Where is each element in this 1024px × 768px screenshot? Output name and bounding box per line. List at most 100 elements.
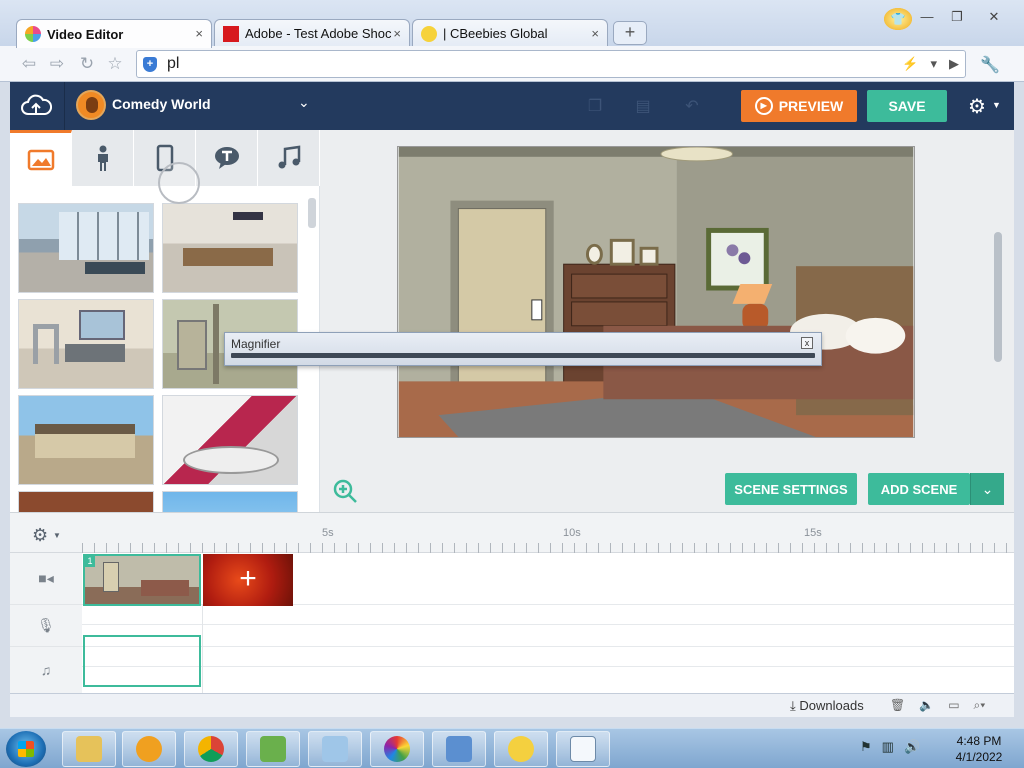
cloud-upload-icon[interactable] <box>20 94 52 118</box>
scene-stage[interactable] <box>397 146 915 438</box>
magnifier-window[interactable]: Magnifier x <box>224 332 822 366</box>
voice-track[interactable] <box>82 605 1014 625</box>
dropdown-arrow-icon[interactable]: ▾ <box>930 56 937 72</box>
preview-button[interactable]: ▶ PREVIEW <box>741 90 857 122</box>
bookmark-star-icon[interactable]: ☆ <box>104 54 126 74</box>
speaker-icon[interactable]: 🔈 <box>919 698 934 713</box>
taskbar-explorer[interactable] <box>62 731 116 767</box>
zoom-icon[interactable]: ⌕▾ <box>974 698 986 713</box>
thumb-house-exterior[interactable] <box>18 395 154 485</box>
close-tab-icon[interactable]: × <box>195 26 203 41</box>
thumb-airport-checkin[interactable] <box>162 203 298 293</box>
security-flag-icon[interactable]: ⚑ <box>860 739 872 755</box>
house-shape <box>35 424 135 458</box>
close-window-button[interactable]: ✕ <box>974 8 1014 26</box>
scene-settings-button[interactable]: SCENE SETTINGS <box>725 473 857 505</box>
profile-shirt-icon[interactable]: 👕 <box>884 8 912 30</box>
paste-icon[interactable]: ▤ <box>633 96 653 116</box>
door-shape <box>177 320 207 370</box>
flower <box>726 244 739 257</box>
library-scrollbar[interactable] <box>308 198 316 228</box>
video-track-label: ■◂ <box>10 553 82 605</box>
world-name[interactable]: Comedy World <box>112 96 211 112</box>
new-tab-button[interactable]: + <box>613 21 647 45</box>
dresser-drawer <box>571 273 668 299</box>
gear-icon[interactable]: ⚙ <box>968 94 986 119</box>
system-clock[interactable]: 4:48 PM 4/1/2022 <box>944 733 1014 765</box>
scene-1-clip[interactable]: 1 <box>83 554 201 606</box>
back-arrow-icon[interactable]: ⇦ <box>18 54 40 74</box>
taskbar-speech[interactable] <box>494 731 548 767</box>
shield-icon: + <box>143 57 157 72</box>
start-button[interactable] <box>6 731 46 767</box>
tab-video-editor[interactable]: Video Editor × <box>16 19 212 48</box>
caret-down-icon[interactable]: ▼ <box>53 531 61 540</box>
tab-music[interactable] <box>258 130 320 186</box>
close-icon[interactable]: x <box>801 337 813 349</box>
document-icon <box>570 736 596 762</box>
system-tray: ⚑ ▥ 🔊 <box>860 739 920 755</box>
scanner-gate-shape <box>33 324 59 364</box>
downloads-button[interactable]: ⤓ Downloads <box>790 698 864 714</box>
tab-backgrounds[interactable] <box>10 130 72 186</box>
go-arrow-icon[interactable]: ▶ <box>949 56 959 72</box>
timeline-ruler[interactable]: ⚙ ▼ 5s 10s 15s <box>10 513 1014 553</box>
tab-text[interactable] <box>196 130 258 186</box>
voice-track-lane[interactable] <box>82 625 1014 647</box>
tab-label: | CBeebies Global <box>443 26 548 41</box>
taskbar-document[interactable] <box>556 731 610 767</box>
sign-shape <box>233 212 263 220</box>
thumb-stage-spotlights[interactable] <box>162 395 298 485</box>
minimize-button[interactable]: — <box>914 8 940 26</box>
window-icon[interactable]: ▭ <box>948 698 959 713</box>
zoom-in-icon[interactable] <box>332 478 358 504</box>
taskbar-chart-app[interactable] <box>246 731 300 767</box>
world-avatar[interactable] <box>76 90 106 120</box>
music-track-label: ♫ <box>10 647 82 693</box>
taskbar-chrome[interactable] <box>184 731 238 767</box>
stage-scrollbar[interactable] <box>994 232 1002 362</box>
restore-button[interactable]: ❐ <box>944 8 970 26</box>
reload-icon[interactable]: ↻ <box>76 54 98 74</box>
clock-date: 4/1/2022 <box>955 750 1003 764</box>
chevron-down-icon[interactable]: ⌄ <box>970 473 1004 505</box>
undo-icon[interactable]: ↶ <box>682 96 702 116</box>
taskbar-media-player[interactable] <box>122 731 176 767</box>
taskbar-magnifier[interactable] <box>432 731 486 767</box>
network-icon[interactable]: ▥ <box>882 739 894 755</box>
lightning-icon[interactable]: ⚡ <box>902 56 918 72</box>
address-bar[interactable]: + pl ⚡ ▾ ▶ <box>136 50 966 78</box>
music-track-lane[interactable] <box>82 667 1014 693</box>
thumb-blue-sky[interactable] <box>162 491 298 512</box>
thumb-airport-security[interactable] <box>18 299 154 389</box>
ruler-ticks <box>82 543 1012 553</box>
taskbar-paint[interactable] <box>370 731 424 767</box>
scene-clip[interactable] <box>83 635 201 687</box>
flower <box>738 252 751 265</box>
tab-characters[interactable] <box>72 130 134 186</box>
caret-down-icon[interactable]: ▼ <box>992 100 1001 110</box>
gear-icon[interactable]: ⚙ <box>32 525 48 546</box>
forward-arrow-icon[interactable]: ⇨ <box>46 54 68 74</box>
tab-cbeebies[interactable]: | CBeebies Global × <box>412 19 608 47</box>
close-tab-icon[interactable]: × <box>591 26 599 41</box>
thumb-airport-lounge[interactable] <box>18 203 154 293</box>
chevron-down-icon[interactable]: ⌄ <box>298 94 310 111</box>
paint-icon <box>384 736 410 762</box>
photo-frame <box>609 238 635 266</box>
wrench-icon[interactable]: 🔧 <box>980 55 1000 75</box>
browser-tabstrip: Video Editor × Adobe - Test Adobe Shoc ×… <box>0 0 1024 48</box>
add-scene-button[interactable]: ADD SCENE <box>868 473 970 505</box>
thumb-brick-wall[interactable] <box>18 491 154 512</box>
music-track[interactable] <box>82 647 1014 667</box>
cbeebies-icon <box>421 25 437 42</box>
add-clip-button[interactable]: + <box>203 554 293 606</box>
volume-icon[interactable]: 🔊 <box>904 739 920 755</box>
save-button[interactable]: SAVE <box>867 90 947 122</box>
close-tab-icon[interactable]: × <box>393 26 401 41</box>
copy-icon[interactable]: ❐ <box>585 96 605 116</box>
taskbar-notepad[interactable] <box>308 731 362 767</box>
tab-adobe[interactable]: Adobe - Test Adobe Shoc × <box>214 19 410 47</box>
trash-icon[interactable]: 🗑 <box>890 698 905 713</box>
image-icon <box>27 149 54 170</box>
